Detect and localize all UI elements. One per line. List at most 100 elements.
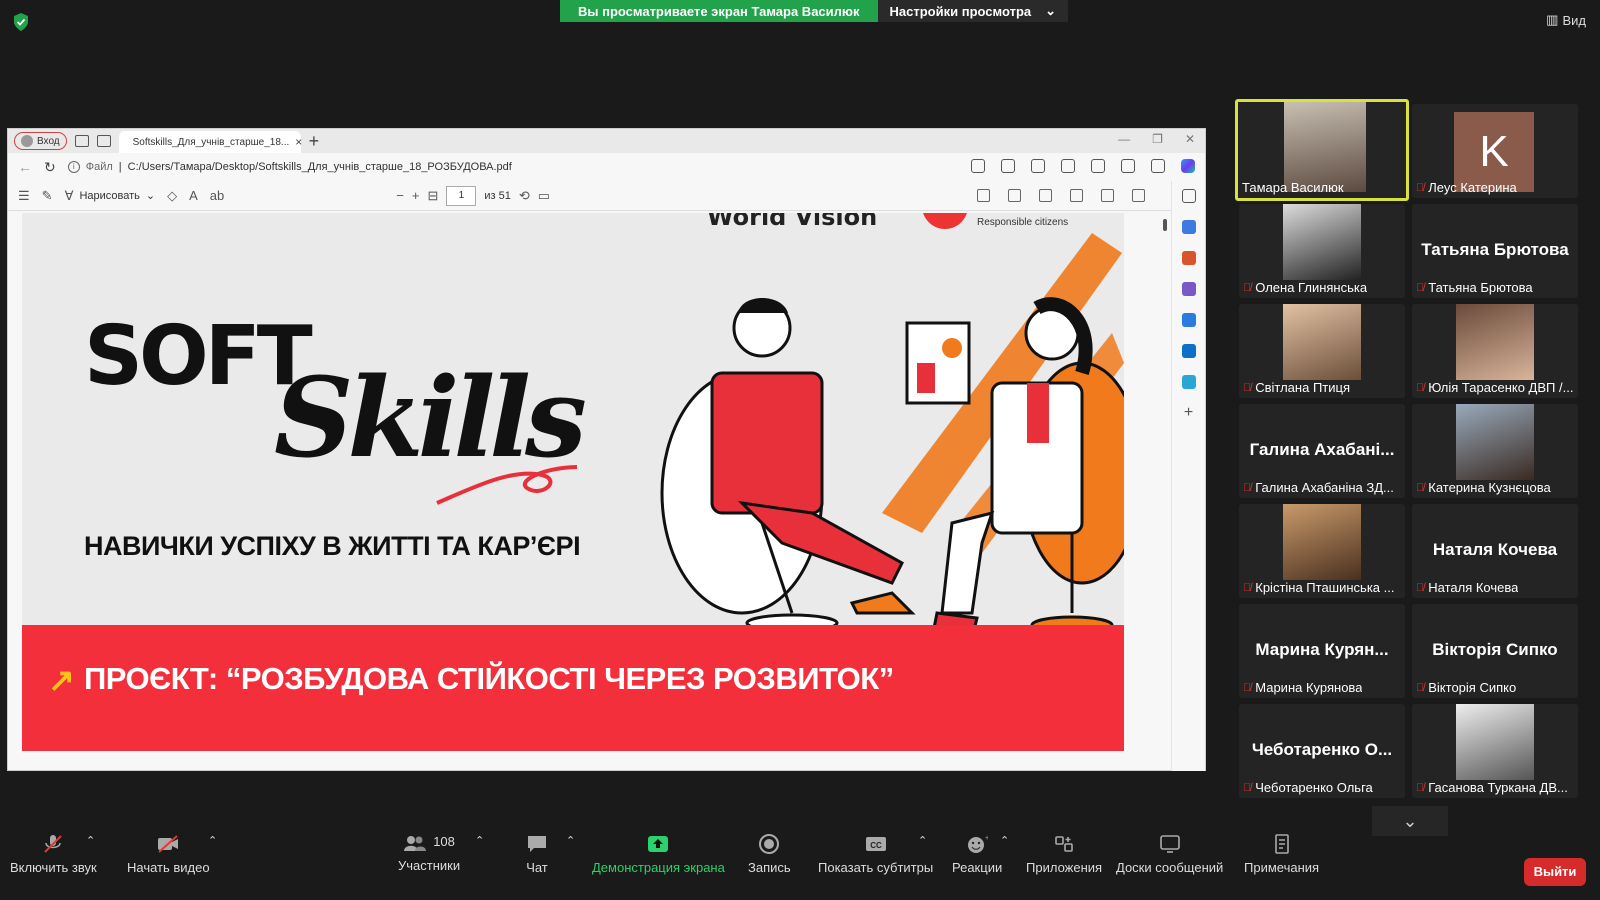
contents-icon[interactable]: ☰ xyxy=(18,188,30,204)
participant-tile[interactable]: Марина Курян... 🎙̸ Марина Курянова xyxy=(1239,604,1405,698)
participant-tile[interactable]: Чеботаренко О... 🎙̸ Чеботаренко Ольга xyxy=(1239,704,1405,798)
participant-tile[interactable]: 🎙̸ Світлана Птиця xyxy=(1239,304,1405,398)
unmute-button[interactable]: Включить звук xyxy=(10,834,97,875)
participants-options-chevron[interactable]: ⌃ xyxy=(475,834,484,847)
games-icon[interactable] xyxy=(1181,282,1196,296)
zoom-out-icon[interactable]: − xyxy=(396,188,404,203)
video-options-chevron[interactable]: ⌃ xyxy=(208,834,217,847)
participant-tile[interactable]: Вікторія Сипко 🎙̸ Вікторія Сипко xyxy=(1412,604,1578,698)
fullscreen-icon[interactable] xyxy=(1101,189,1114,202)
sharing-indicator: Вы просматриваете экран Тамара Василюк xyxy=(560,0,878,22)
zoom-in-icon[interactable]: + xyxy=(412,188,420,203)
participant-tile[interactable]: Тамара Василюк xyxy=(1235,99,1409,201)
more-options-icon[interactable] xyxy=(1151,159,1165,173)
restore-icon[interactable]: ❐ xyxy=(1152,132,1163,146)
participant-label: Тамара Василюк xyxy=(1242,180,1344,195)
collections-icon[interactable] xyxy=(1091,159,1105,173)
outlook-icon[interactable] xyxy=(1181,344,1196,358)
participant-tile[interactable]: 🎙̸ Олена Глинянська xyxy=(1239,204,1405,298)
translate-icon[interactable]: ab xyxy=(210,188,224,203)
close-window-icon[interactable]: ✕ xyxy=(1185,132,1195,146)
zoom-icon[interactable] xyxy=(971,159,985,173)
pdf-scrollbar[interactable] xyxy=(1161,213,1169,769)
reactions-button[interactable]: + Реакции xyxy=(952,834,1002,875)
participant-tile[interactable]: Наталя Кочева 🎙̸ Наталя Кочева xyxy=(1412,504,1578,598)
eraser-icon[interactable]: ◇ xyxy=(167,188,177,204)
microsoft-365-icon[interactable] xyxy=(1181,313,1196,327)
participant-name: Галина Ахабаніна ЗД... xyxy=(1255,480,1394,495)
leave-meeting-button[interactable]: Выйти xyxy=(1524,858,1586,886)
fit-page-icon[interactable]: ⊟ xyxy=(427,188,438,204)
back-icon[interactable]: ← xyxy=(18,159,32,175)
info-icon[interactable]: i xyxy=(67,161,80,173)
save-as-icon[interactable] xyxy=(1070,189,1083,202)
participant-tile[interactable]: 🎙̸ Гасанова Туркана ДВ... xyxy=(1412,704,1578,798)
read-aloud-icon[interactable]: A xyxy=(189,188,198,203)
profile-button[interactable]: Вход xyxy=(14,132,67,150)
settings-icon[interactable] xyxy=(1132,189,1145,202)
view-button[interactable]: ▥ Вид xyxy=(1546,12,1586,28)
muted-mic-icon: 🎙̸ xyxy=(1416,481,1425,494)
share-screen-button[interactable]: Демонстрация экрана xyxy=(592,834,725,875)
browser-tab[interactable]: Softskills_Для_учнів_старше_18... × xyxy=(118,131,302,153)
minimize-icon[interactable]: — xyxy=(1118,132,1130,146)
whiteboards-button[interactable]: Доски сообщений xyxy=(1116,834,1223,875)
new-tab-icon[interactable]: + xyxy=(309,131,320,152)
tab-actions-icon[interactable] xyxy=(96,135,111,147)
close-tab-icon[interactable]: × xyxy=(295,135,302,149)
draw-button[interactable]: ∀ Нарисовать ⌄ xyxy=(65,188,156,204)
shopping-icon[interactable] xyxy=(1181,220,1196,234)
muted-mic-icon: 🎙̸ xyxy=(1243,581,1252,594)
add-icon[interactable]: + xyxy=(1182,405,1196,421)
muted-mic-icon: 🎙̸ xyxy=(1416,781,1425,794)
print-icon[interactable] xyxy=(1008,189,1021,202)
participant-name: Тамара Василюк xyxy=(1242,180,1344,195)
captions-options-chevron[interactable]: ⌃ xyxy=(918,834,927,847)
record-icon xyxy=(759,834,780,854)
apps-button[interactable]: Приложения xyxy=(1026,834,1102,875)
participants-label: Участники xyxy=(398,858,461,873)
rotate-icon[interactable]: ⟲ xyxy=(519,188,530,204)
copilot-icon[interactable] xyxy=(1181,159,1195,173)
highlight-icon[interactable]: ✎ xyxy=(42,188,53,204)
refresh-icon[interactable]: ↻ xyxy=(44,159,56,176)
tools-icon[interactable] xyxy=(1181,251,1196,265)
search-icon[interactable] xyxy=(977,189,990,202)
participant-tile[interactable]: Татьяна Брютова 🎙̸ Татьяна Брютова xyxy=(1412,204,1578,298)
chevron-down-icon: ⌄ xyxy=(1045,3,1057,18)
chat-button[interactable]: Чат xyxy=(526,834,548,875)
url-field[interactable]: i Файл | C:/Users/Тамара/Desktop/Softski… xyxy=(67,161,888,173)
participant-label: 🎙̸ Марина Курянова xyxy=(1243,680,1362,695)
split-screen-icon[interactable] xyxy=(1031,159,1045,173)
gallery-scroll-down-button[interactable]: ⌄ xyxy=(1372,806,1448,836)
chat-options-chevron[interactable]: ⌃ xyxy=(566,834,575,847)
browser-essentials-icon[interactable] xyxy=(1121,159,1135,173)
participant-tile[interactable]: 🎙̸ Крістіна Пташинська ... xyxy=(1239,504,1405,598)
view-settings-button[interactable]: Настройки просмотра ⌄ xyxy=(877,0,1069,22)
page-number-input[interactable]: 1 xyxy=(446,185,477,206)
participant-video xyxy=(1456,404,1534,480)
drop-icon[interactable] xyxy=(1181,375,1196,389)
participant-tile[interactable]: Галина Ахабані... 🎙̸ Галина Ахабаніна ЗД.… xyxy=(1239,404,1405,498)
favorite-star-icon[interactable] xyxy=(1001,159,1015,173)
favorites-icon[interactable] xyxy=(1061,159,1075,173)
captions-label: Показать субтитры xyxy=(818,860,934,875)
notes-button[interactable]: Примечания xyxy=(1244,834,1319,875)
participant-tile[interactable]: 🎙̸ Катерина Кузнєцова xyxy=(1412,404,1578,498)
svg-text:CC: CC xyxy=(870,841,882,850)
participant-tile[interactable]: 🎙̸ Юлія Тарасенко ДВП /... xyxy=(1412,304,1578,398)
workspaces-icon[interactable] xyxy=(74,135,89,147)
participants-button[interactable]: 108 Участники xyxy=(398,834,460,873)
participant-tile[interactable]: K 🎙̸ Леус Катерина xyxy=(1412,104,1578,198)
reactions-options-chevron[interactable]: ⌃ xyxy=(1000,834,1009,847)
security-shield-icon[interactable] xyxy=(12,12,30,32)
start-video-button[interactable]: Начать видео xyxy=(127,834,210,875)
pdf-toolbar-actions xyxy=(977,189,1145,202)
record-button[interactable]: Запись xyxy=(748,834,791,875)
audio-options-chevron[interactable]: ⌃ xyxy=(86,834,95,847)
page-view-icon[interactable]: ▭ xyxy=(538,188,550,204)
captions-button[interactable]: CC Показать субтитры xyxy=(818,834,933,875)
scrollbar-thumb[interactable] xyxy=(1163,219,1167,231)
save-icon[interactable] xyxy=(1039,189,1052,202)
search-icon[interactable] xyxy=(1181,189,1196,203)
